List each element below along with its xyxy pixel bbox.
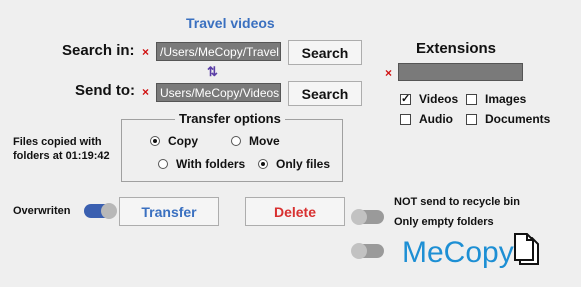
transfer-options-group xyxy=(121,119,343,182)
search-in-button[interactable]: Search xyxy=(288,40,362,65)
send-to-button[interactable]: Search xyxy=(288,81,362,106)
recycle-bin-label: NOT send to recycle bin xyxy=(394,196,520,208)
copy-label: Copy xyxy=(168,134,198,148)
with-folders-option[interactable]: With folders xyxy=(158,157,245,171)
empty-folders-label: Only empty folders xyxy=(394,216,494,228)
page-title: Travel videos xyxy=(186,15,275,31)
images-checkbox[interactable] xyxy=(466,93,477,105)
copy-radio[interactable] xyxy=(150,136,160,146)
transfer-button[interactable]: Transfer xyxy=(119,197,219,226)
images-option[interactable]: Images xyxy=(466,92,526,106)
move-option[interactable]: Move xyxy=(231,134,280,148)
status-text-line1: Files copied with xyxy=(13,136,102,148)
documents-copy-icon xyxy=(512,232,542,271)
move-label: Move xyxy=(249,134,280,148)
empty-folders-toggle-knob xyxy=(351,243,367,259)
empty-folders-toggle[interactable] xyxy=(351,243,384,259)
documents-checkbox[interactable] xyxy=(466,113,477,125)
mecopy-logo: MeCopy xyxy=(402,236,514,269)
with-folders-label: With folders xyxy=(176,157,246,171)
clear-search-path-icon[interactable]: × xyxy=(142,45,149,59)
audio-option[interactable]: Audio xyxy=(400,112,453,126)
send-path-field[interactable]: Users/MeCopy/Videos xyxy=(156,83,281,102)
copy-option[interactable]: Copy xyxy=(150,134,198,148)
delete-button[interactable]: Delete xyxy=(245,197,345,226)
overwriten-toggle-knob xyxy=(101,203,117,219)
videos-label: Videos xyxy=(419,92,459,106)
extensions-title: Extensions xyxy=(416,40,497,57)
recycle-bin-toggle-knob xyxy=(351,209,367,225)
clear-extensions-icon[interactable]: × xyxy=(385,66,392,80)
extensions-input[interactable] xyxy=(398,63,523,81)
audio-checkbox[interactable] xyxy=(400,113,411,125)
overwriten-label: Overwriten xyxy=(13,205,71,217)
images-label: Images xyxy=(485,92,527,106)
swap-paths-icon[interactable]: ⇅ xyxy=(207,64,218,80)
overwriten-toggle[interactable] xyxy=(84,203,117,219)
documents-option[interactable]: Documents xyxy=(466,112,550,126)
audio-label: Audio xyxy=(419,112,453,126)
send-to-label: Send to: xyxy=(75,82,135,99)
only-files-radio[interactable] xyxy=(258,159,268,169)
search-path-field[interactable]: /Users/MeCopy/Travel xyxy=(156,42,281,61)
documents-label: Documents xyxy=(485,112,551,126)
search-in-label: Search in: xyxy=(62,42,135,59)
status-text-line2: folders at 01:19:42 xyxy=(13,150,110,162)
recycle-bin-toggle[interactable] xyxy=(351,209,384,225)
clear-send-path-icon[interactable]: × xyxy=(142,85,149,99)
videos-option[interactable]: Videos xyxy=(400,92,458,106)
only-files-option[interactable]: Only files xyxy=(258,157,330,171)
transfer-options-title: Transfer options xyxy=(175,111,285,126)
move-radio[interactable] xyxy=(231,136,241,146)
videos-checkbox[interactable] xyxy=(400,92,411,105)
only-files-label: Only files xyxy=(276,157,331,171)
with-folders-radio[interactable] xyxy=(158,159,168,169)
